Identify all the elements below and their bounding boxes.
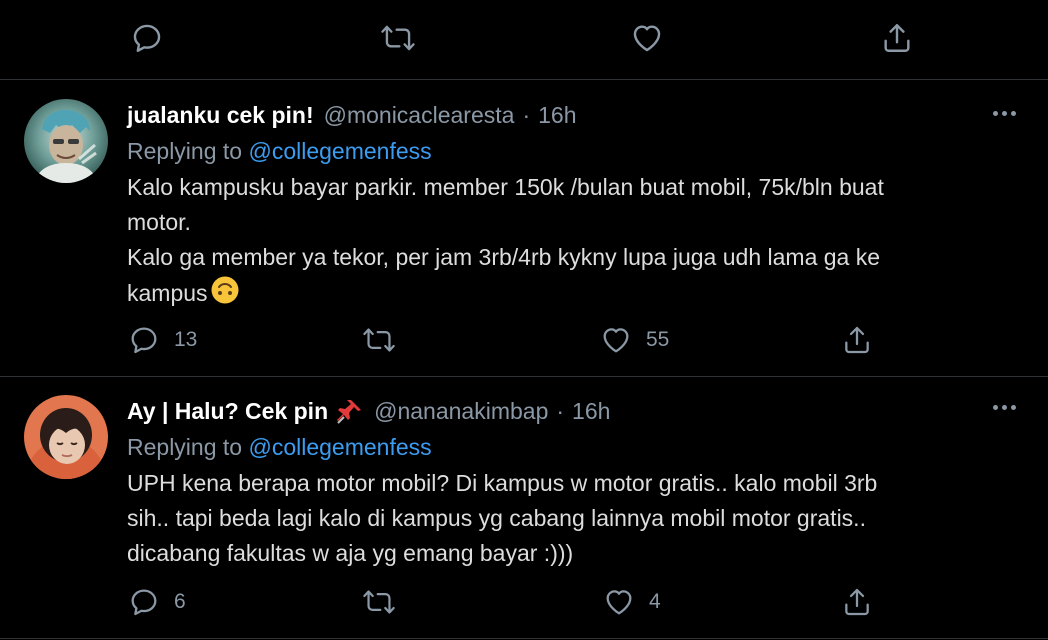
tweet-content: Ay | Halu? Cek pin @nananakimbap · 16h R…	[127, 393, 1024, 571]
reply-count: 6	[174, 590, 186, 613]
more-dot	[1001, 110, 1007, 116]
display-name[interactable]: Ay | Halu? Cek pin	[127, 398, 328, 425]
share-icon	[845, 326, 869, 354]
separator-dot: ·	[556, 397, 565, 424]
avatar[interactable]	[24, 99, 108, 183]
tweet-text-line: kampus	[127, 280, 208, 306]
retweet-button[interactable]	[362, 318, 410, 362]
reply-count: 13	[174, 328, 198, 351]
share-icon	[845, 588, 869, 616]
more-options-button[interactable]	[984, 393, 1024, 421]
like-count: 55	[646, 328, 670, 351]
share-icon	[884, 24, 910, 52]
tweet-text-last-line: kampus	[127, 275, 1024, 315]
reply-button[interactable]: 6	[128, 580, 186, 624]
tweet-text: Kalo kampusku bayar parkir. member 150k …	[127, 170, 1024, 315]
heart-icon	[606, 590, 632, 615]
more-dot	[992, 404, 998, 410]
tweet-text-line: Kalo kampusku bayar parkir. member 150k …	[127, 174, 884, 200]
pushpin-emoji-icon	[336, 397, 364, 425]
more-dot	[1001, 404, 1007, 410]
more-dot	[992, 110, 998, 116]
tweet-header: jualanku cek pin! @monicaclearesta · 16h	[127, 97, 1024, 133]
display-name[interactable]: jualanku cek pin!	[127, 102, 314, 129]
more-options-button[interactable]	[984, 99, 1024, 127]
replying-prefix: Replying to	[127, 434, 243, 460]
like-button[interactable]: 55	[600, 318, 669, 362]
tweet-text-line: sih.. tapi beda lagi kalo di kampus yg c…	[127, 505, 866, 531]
retweet-icon	[381, 25, 415, 51]
top-tweet-actions	[0, 16, 1048, 60]
tweet-text-line: Kalo ga member ya tekor, per jam 3rb/4rb…	[127, 244, 881, 270]
tweet-text-line: motor.	[127, 209, 191, 235]
reply-icon	[133, 24, 161, 52]
reply-button[interactable]	[130, 16, 164, 60]
mention-link[interactable]: @collegemenfess	[248, 138, 431, 164]
tweet-text: UPH kena berapa motor mobil? Di kampus w…	[127, 466, 1024, 571]
tweet-actions: 13 55	[0, 318, 1048, 362]
timestamp[interactable]: 16h	[572, 398, 610, 425]
more-dot	[1010, 110, 1016, 116]
avatar[interactable]	[24, 395, 108, 479]
heart-icon	[603, 328, 629, 353]
tweet-actions: 6 4	[0, 580, 1048, 624]
retweet-icon	[363, 328, 395, 352]
share-button[interactable]	[880, 16, 914, 60]
like-button[interactable]: 4	[603, 580, 661, 624]
replying-to: Replying to @collegemenfess	[127, 429, 1024, 465]
retweet-button[interactable]	[380, 16, 416, 60]
retweet-icon	[363, 590, 395, 614]
reply-icon	[131, 327, 157, 354]
reply-icon	[131, 589, 157, 616]
user-handle[interactable]: @monicaclearesta	[324, 102, 515, 129]
share-button[interactable]	[841, 318, 873, 362]
like-count: 4	[649, 590, 661, 613]
upside-down-face-emoji-icon	[210, 275, 240, 315]
tweet-content: jualanku cek pin! @monicaclearesta · 16h…	[127, 97, 1024, 315]
replying-prefix: Replying to	[127, 138, 243, 164]
timestamp[interactable]: 16h	[538, 102, 576, 129]
reply-button[interactable]: 13	[128, 318, 197, 362]
tweet-text-line: UPH kena berapa motor mobil? Di kampus w…	[127, 470, 878, 496]
retweet-button[interactable]	[362, 580, 410, 624]
mention-link[interactable]: @collegemenfess	[248, 434, 431, 460]
tweet-header: Ay | Halu? Cek pin @nananakimbap · 16h	[127, 393, 1024, 429]
separator-dot: ·	[522, 101, 531, 128]
heart-icon	[633, 25, 661, 52]
more-dot	[1010, 404, 1016, 410]
divider	[0, 638, 1048, 639]
like-button[interactable]	[630, 16, 664, 60]
user-handle[interactable]: @nananakimbap	[374, 398, 548, 425]
tweet-text-line: dicabang fakultas w aja yg emang bayar :…	[127, 540, 574, 566]
replying-to: Replying to @collegemenfess	[127, 133, 1024, 169]
share-button[interactable]	[841, 580, 873, 624]
